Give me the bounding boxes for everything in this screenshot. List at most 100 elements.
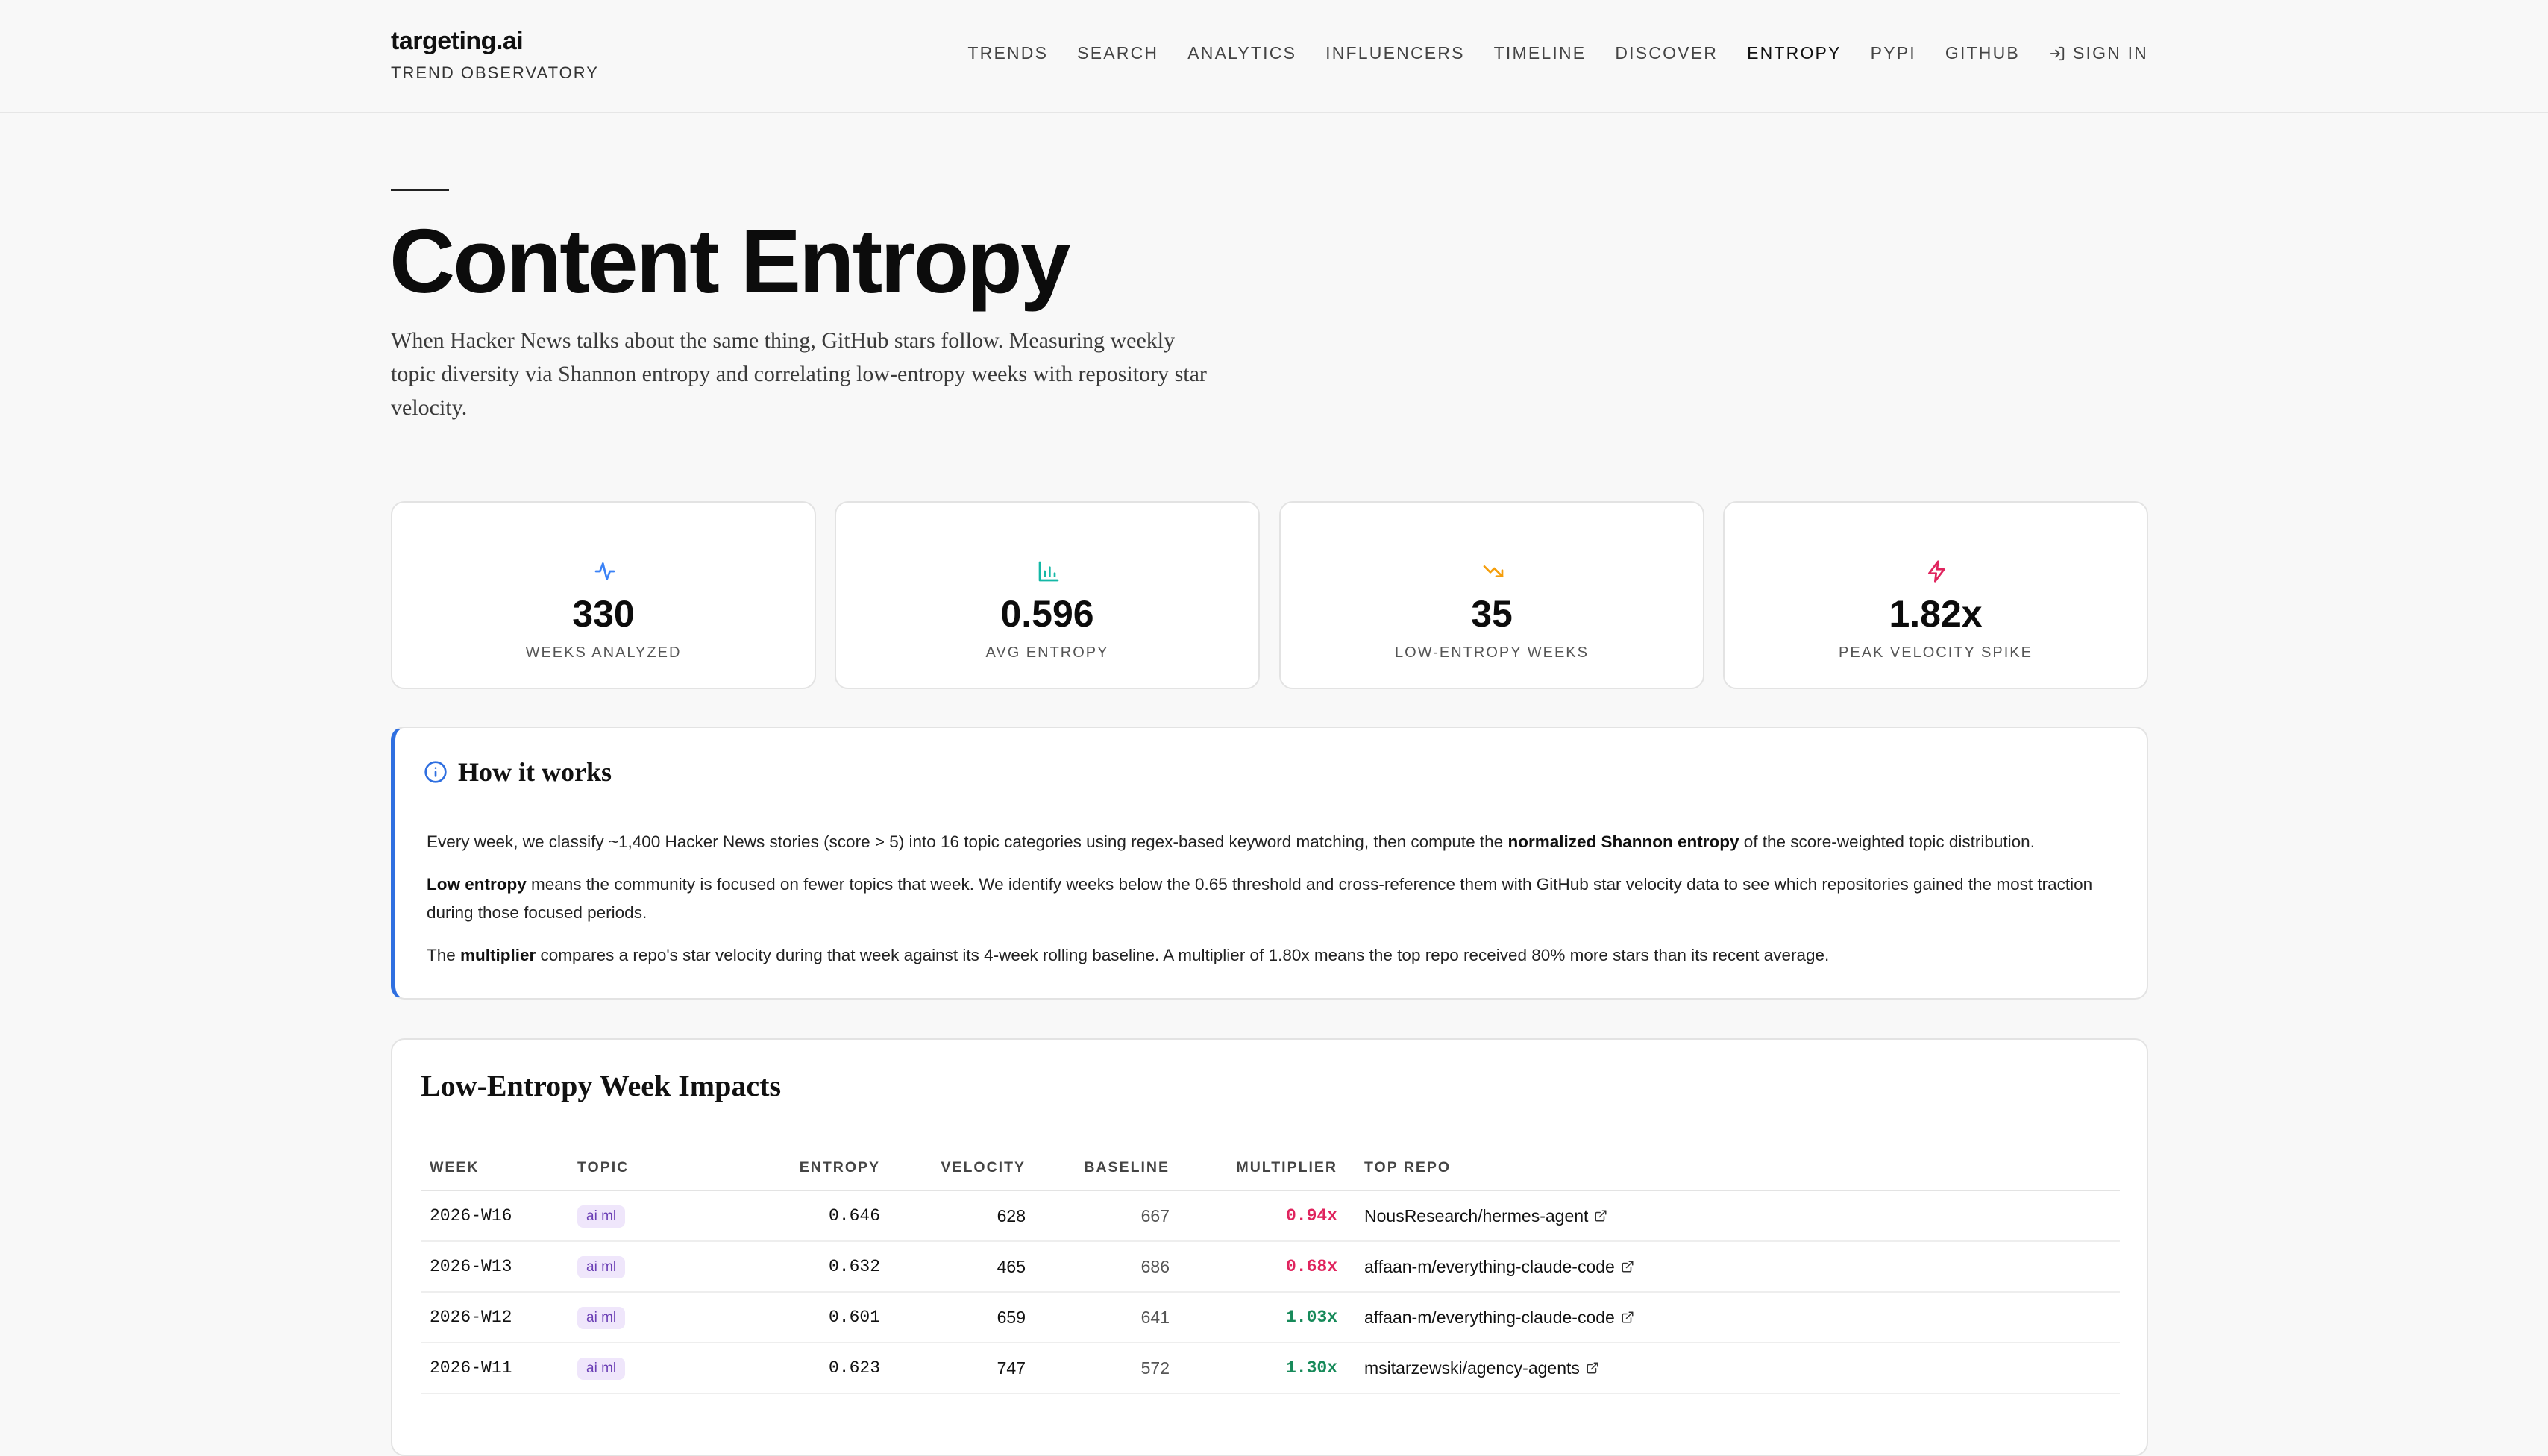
sign-in-link[interactable]: SIGN IN bbox=[2049, 43, 2148, 63]
bar-chart-icon bbox=[1038, 561, 1059, 582]
cell-baseline: 667 bbox=[1035, 1190, 1179, 1242]
sign-in-label: SIGN IN bbox=[2072, 43, 2148, 63]
cell-velocity: 747 bbox=[889, 1343, 1035, 1394]
topic-badge: ai ml bbox=[577, 1306, 626, 1329]
external-link-icon bbox=[1587, 1362, 1598, 1374]
table-row: 2026-W12 ai ml 0.601 659 641 1.03x affaa… bbox=[421, 1292, 2120, 1343]
text: of the score-weighted topic distribution… bbox=[1739, 832, 2035, 851]
cell-multiplier: 0.68x bbox=[1179, 1241, 1346, 1293]
cell-week: 2026-W13 bbox=[421, 1241, 568, 1293]
nav-analytics[interactable]: ANALYTICS bbox=[1187, 43, 1296, 63]
info-icon bbox=[424, 761, 447, 783]
col-baseline[interactable]: BASELINE bbox=[1035, 1146, 1179, 1191]
cell-entropy: 0.601 bbox=[755, 1292, 889, 1343]
text: The bbox=[427, 946, 461, 964]
cell-entropy: 0.632 bbox=[755, 1241, 889, 1293]
table-row: 2026-W11 ai ml 0.623 747 572 1.30x msita… bbox=[421, 1343, 2120, 1394]
impacts-table: WEEK TOPIC ENTROPY VELOCITY BASELINE MUL… bbox=[421, 1146, 2120, 1394]
main-nav: TRENDS SEARCH ANALYTICS INFLUENCERS TIME… bbox=[967, 43, 2148, 63]
cell-topic: ai ml bbox=[568, 1241, 755, 1293]
cell-week: 2026-W12 bbox=[421, 1292, 568, 1343]
nav-discover[interactable]: DISCOVER bbox=[1615, 43, 1718, 63]
nav-github[interactable]: GITHUB bbox=[1945, 43, 2020, 63]
how-it-works-panel: How it works Every week, we classify ~1,… bbox=[391, 727, 2148, 1000]
topic-badge: ai ml bbox=[577, 1357, 626, 1380]
impacts-title: Low-Entropy Week Impacts bbox=[421, 1069, 782, 1102]
zap-icon bbox=[1928, 560, 1945, 583]
cell-entropy: 0.623 bbox=[755, 1343, 889, 1394]
title-rule bbox=[391, 189, 449, 191]
page-lead: When Hacker News talks about the same th… bbox=[391, 328, 1207, 420]
cell-multiplier: 1.03x bbox=[1179, 1292, 1346, 1343]
cell-baseline: 641 bbox=[1035, 1292, 1179, 1343]
repo-name: NousResearch/hermes-agent bbox=[1364, 1205, 1589, 1226]
cell-velocity: 465 bbox=[889, 1241, 1035, 1293]
cell-top-repo: NousResearch/hermes-agent bbox=[1346, 1190, 2120, 1242]
how-paragraph-2: Low entropy means the community is focus… bbox=[427, 870, 2112, 927]
cell-baseline: 572 bbox=[1035, 1343, 1179, 1394]
cell-top-repo: msitarzewski/agency-agents bbox=[1346, 1343, 2120, 1394]
stat-value: 1.82x bbox=[1889, 593, 1983, 635]
emphasis: Low entropy bbox=[427, 875, 527, 894]
stat-card-avg-entropy: 0.596 AVG ENTROPY bbox=[835, 501, 1260, 689]
external-link-icon bbox=[1622, 1261, 1634, 1273]
stat-value: 330 bbox=[572, 593, 635, 635]
col-multiplier[interactable]: MULTIPLIER bbox=[1179, 1146, 1346, 1191]
cell-week: 2026-W11 bbox=[421, 1343, 568, 1394]
topic-badge: ai ml bbox=[577, 1205, 626, 1228]
sign-in-icon bbox=[2050, 46, 2065, 60]
col-entropy[interactable]: ENTROPY bbox=[755, 1146, 889, 1191]
activity-icon bbox=[594, 562, 615, 580]
stat-value: 0.596 bbox=[1000, 593, 1094, 635]
cell-velocity: 628 bbox=[889, 1190, 1035, 1242]
cell-multiplier: 1.30x bbox=[1179, 1343, 1346, 1394]
stat-card-low-entropy: 35 LOW-ENTROPY WEEKS bbox=[1279, 501, 1704, 689]
repo-link[interactable]: affaan-m/everything-claude-code bbox=[1364, 1308, 1634, 1328]
col-velocity[interactable]: VELOCITY bbox=[889, 1146, 1035, 1191]
emphasis: normalized Shannon entropy bbox=[1507, 832, 1739, 851]
cell-week: 2026-W16 bbox=[421, 1190, 568, 1242]
how-it-works-header: How it works bbox=[424, 756, 612, 788]
table-row: 2026-W16 ai ml 0.646 628 667 0.94x NousR… bbox=[421, 1190, 2120, 1242]
table-row: 2026-W13 ai ml 0.632 465 686 0.68x affaa… bbox=[421, 1241, 2120, 1293]
col-topic[interactable]: TOPIC bbox=[568, 1146, 755, 1191]
col-week[interactable]: WEEK bbox=[421, 1146, 568, 1191]
stat-label: LOW-ENTROPY WEEKS bbox=[1395, 644, 1589, 661]
stat-label: WEEKS ANALYZED bbox=[525, 644, 682, 661]
emphasis: multiplier bbox=[460, 946, 536, 964]
repo-name: affaan-m/everything-claude-code bbox=[1364, 1307, 1615, 1327]
stat-card-weeks: 330 WEEKS ANALYZED bbox=[391, 501, 816, 689]
brand-name[interactable]: targeting.ai bbox=[391, 27, 599, 56]
repo-name: affaan-m/everything-claude-code bbox=[1364, 1256, 1615, 1276]
brand[interactable]: targeting.ai TREND OBSERVATORY bbox=[391, 27, 599, 83]
stat-card-peak-velocity: 1.82x PEAK VELOCITY SPIKE bbox=[1723, 501, 2148, 689]
repo-link[interactable]: msitarzewski/agency-agents bbox=[1364, 1358, 1599, 1378]
topic-badge: ai ml bbox=[577, 1255, 626, 1278]
repo-name: msitarzewski/agency-agents bbox=[1364, 1358, 1580, 1378]
nav-pypi[interactable]: PYPI bbox=[1871, 43, 1916, 63]
how-it-works-body: Every week, we classify ~1,400 Hacker Ne… bbox=[427, 828, 2112, 984]
nav-trends[interactable]: TRENDS bbox=[967, 43, 1048, 63]
nav-timeline[interactable]: TIMELINE bbox=[1494, 43, 1587, 63]
cell-topic: ai ml bbox=[568, 1292, 755, 1343]
stat-value: 35 bbox=[1471, 593, 1513, 635]
table-header-row: WEEK TOPIC ENTROPY VELOCITY BASELINE MUL… bbox=[421, 1146, 2120, 1191]
trending-down-icon bbox=[1483, 565, 1504, 577]
text: means the community is focused on fewer … bbox=[427, 875, 2093, 922]
nav-search[interactable]: SEARCH bbox=[1077, 43, 1158, 63]
brand-subtitle: TREND OBSERVATORY bbox=[391, 63, 599, 82]
text: Every week, we classify ~1,400 Hacker Ne… bbox=[427, 832, 1508, 851]
cell-topic: ai ml bbox=[568, 1343, 755, 1394]
repo-link[interactable]: affaan-m/everything-claude-code bbox=[1364, 1257, 1634, 1277]
nav-influencers[interactable]: INFLUENCERS bbox=[1325, 43, 1465, 63]
cell-entropy: 0.646 bbox=[755, 1190, 889, 1242]
repo-link[interactable]: NousResearch/hermes-agent bbox=[1364, 1206, 1607, 1226]
how-paragraph-3: The multiplier compares a repo's star ve… bbox=[427, 941, 2112, 970]
impacts-panel: Low-Entropy Week Impacts WEEK TOPIC ENTR… bbox=[391, 1038, 2148, 1456]
external-link-icon bbox=[1595, 1210, 1607, 1222]
page-title: Content Entropy bbox=[389, 210, 1071, 312]
col-top-repo[interactable]: TOP REPO bbox=[1346, 1146, 2120, 1191]
how-it-works-title: How it works bbox=[458, 757, 612, 787]
cell-top-repo: affaan-m/everything-claude-code bbox=[1346, 1241, 2120, 1293]
nav-entropy[interactable]: ENTROPY bbox=[1747, 43, 1842, 63]
